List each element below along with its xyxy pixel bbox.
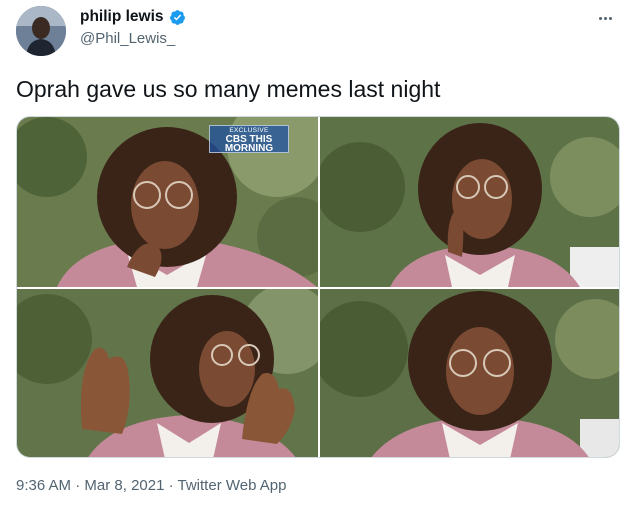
author-name-row: philip lewis <box>80 8 186 26</box>
photo-4[interactable] <box>320 289 619 457</box>
avatar[interactable] <box>16 6 66 56</box>
watermark-main-text: CBS THIS MORNING <box>224 134 274 154</box>
photo-3[interactable] <box>17 289 318 457</box>
author-handle[interactable]: @Phil_Lewis_ <box>80 30 175 47</box>
photo-2-image <box>320 117 619 287</box>
avatar-image <box>16 6 66 56</box>
tweet-source-link[interactable]: Twitter Web App <box>178 477 287 494</box>
media-grid: EXCLUSIVE CBS THIS MORNING <box>16 116 620 458</box>
tweet-timestamp-link[interactable]: 9:36 AM · Mar 8, 2021 <box>16 477 164 494</box>
photo-4-image <box>320 289 619 457</box>
tweet-card: philip lewis @Phil_Lewis_ Oprah gave us … <box>0 0 634 506</box>
more-options-icon[interactable] <box>592 8 618 28</box>
tweet-time: 9:36 AM <box>16 477 72 494</box>
meta-separator: · <box>75 477 81 494</box>
tweet-text: Oprah gave us so many memes last night <box>16 76 441 102</box>
tweet-date: Mar 8, 2021 <box>84 477 165 494</box>
photo-3-image <box>17 289 318 457</box>
photo-1[interactable]: EXCLUSIVE CBS THIS MORNING <box>17 117 318 287</box>
cbs-watermark: EXCLUSIVE CBS THIS MORNING <box>209 125 289 154</box>
meta-separator: · <box>168 477 174 494</box>
verified-badge-icon <box>169 9 186 26</box>
photo-2[interactable] <box>320 117 619 287</box>
tweet-meta: 9:36 AM · Mar 8, 2021 · Twitter Web App <box>16 477 286 494</box>
author-display-name[interactable]: philip lewis <box>80 8 164 26</box>
